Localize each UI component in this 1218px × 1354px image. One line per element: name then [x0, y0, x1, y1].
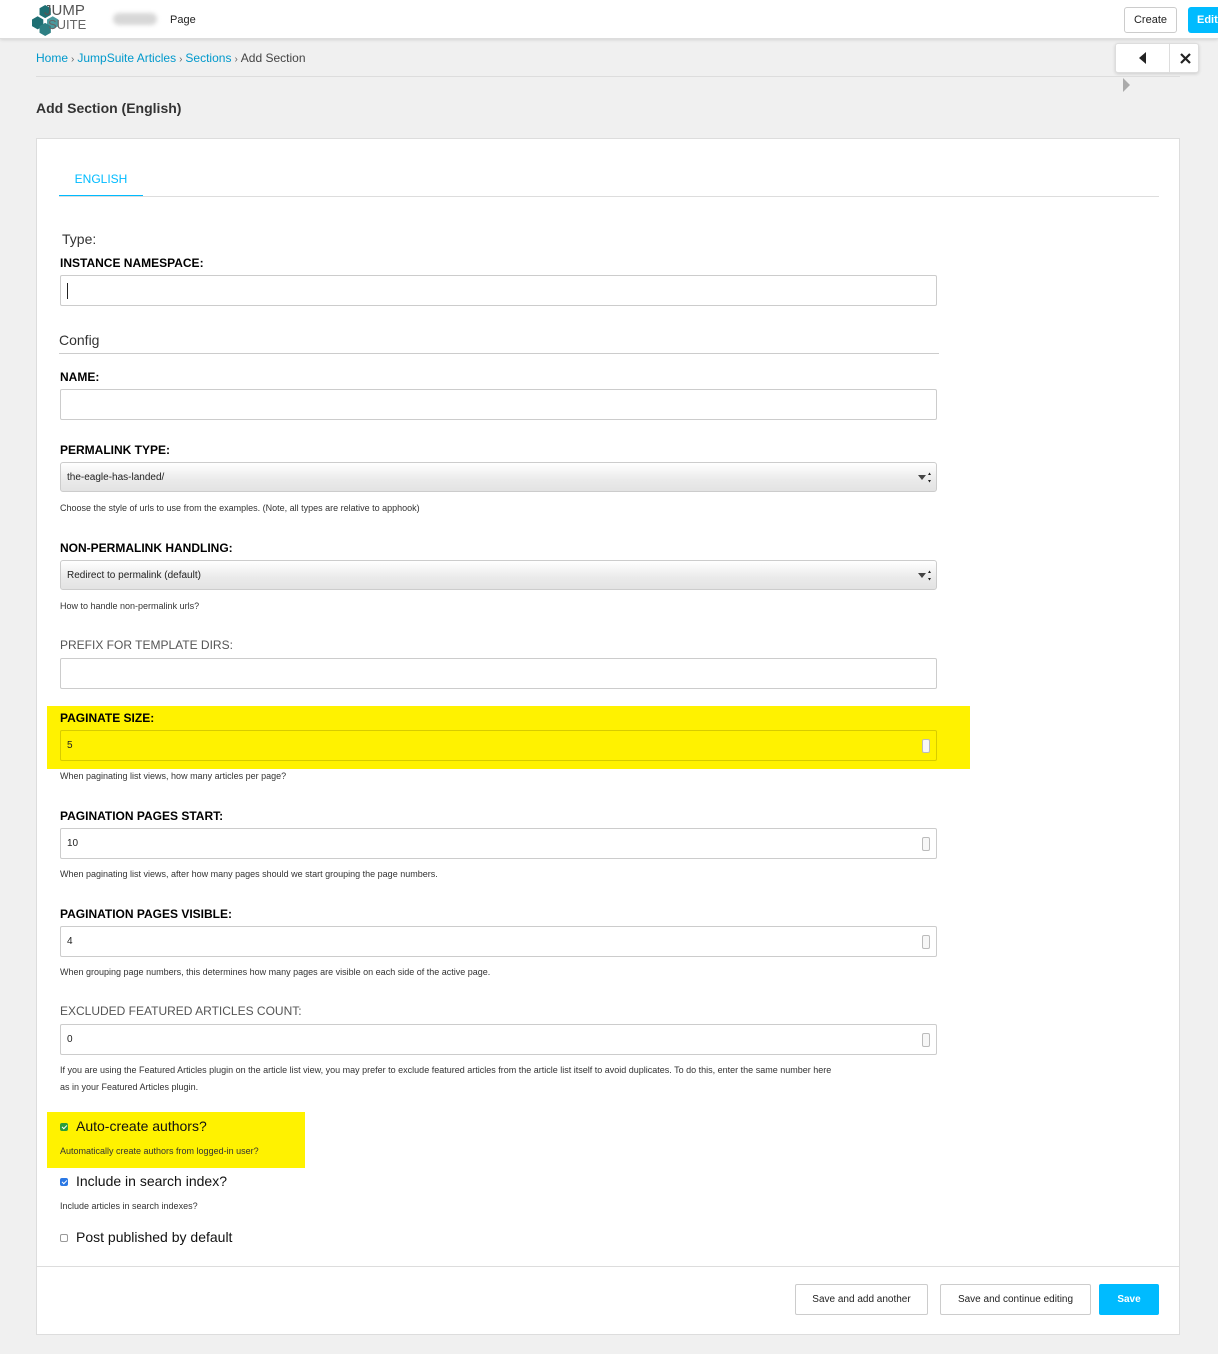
breadcrumb-separator: › [71, 54, 75, 65]
tab-english[interactable]: ENGLISH [59, 163, 143, 197]
stepper-icon[interactable] [922, 739, 930, 753]
form-panel: ENGLISH Type: INSTANCE NAMESPACE: Config… [36, 138, 1180, 1335]
pagination-start-input[interactable]: 10 [60, 828, 937, 859]
instance-namespace-label: INSTANCE NAMESPACE: [60, 256, 204, 270]
breadcrumb-separator: › [234, 54, 238, 65]
name-input[interactable] [60, 389, 937, 420]
pagination-start-label: PAGINATION PAGES START: [60, 809, 224, 823]
paginate-size-label: PAGINATE SIZE: [60, 711, 155, 725]
close-icon [1179, 52, 1191, 64]
breadcrumb-home[interactable]: Home [36, 51, 68, 65]
page-menu[interactable]: Page [170, 14, 196, 26]
permalink-type-help: Choose the style of urls to use from the… [60, 503, 420, 513]
config-divider [59, 353, 939, 354]
expand-triangle-icon[interactable] [1122, 78, 1130, 92]
search-index-label[interactable]: Include in search index? [76, 1173, 227, 1189]
chevron-down-icon [918, 472, 931, 483]
non-permalink-select[interactable]: Redirect to permalink (default) [60, 560, 937, 590]
config-heading: Config [59, 332, 100, 348]
pagination-visible-label: PAGINATION PAGES VISIBLE: [60, 907, 233, 921]
excluded-featured-help-1: If you are using the Featured Articles p… [60, 1065, 832, 1075]
prefix-input[interactable] [60, 658, 937, 689]
excluded-featured-label: EXCLUDED FEATURED ARTICLES COUNT: [60, 1004, 302, 1018]
auto-create-authors-checkbox[interactable] [60, 1123, 68, 1131]
close-button[interactable] [1171, 44, 1199, 72]
breadcrumb-separator: › [179, 54, 183, 65]
breadcrumb-sections[interactable]: Sections [185, 51, 231, 65]
paginate-size-input[interactable]: 5 [60, 730, 937, 761]
pagination-start-value: 10 [67, 838, 79, 849]
auto-create-authors-help: Automatically create authors from logged… [60, 1146, 259, 1156]
auto-create-authors-label[interactable]: Auto-create authors? [76, 1118, 207, 1134]
permalink-type-value: the-eagle-has-landed/ [67, 471, 165, 483]
pagination-visible-input[interactable]: 4 [60, 926, 937, 957]
pagination-visible-help: When grouping page numbers, this determi… [60, 967, 491, 977]
tab-underline [59, 196, 1159, 197]
stepper-icon[interactable] [922, 1033, 930, 1047]
save-and-add-another-button[interactable]: Save and add another [795, 1284, 928, 1315]
stepper-icon[interactable] [922, 935, 930, 949]
permalink-type-select[interactable]: the-eagle-has-landed/ [60, 462, 937, 492]
breadcrumb-jumpsuite-articles[interactable]: JumpSuite Articles [77, 51, 176, 65]
logo-line-2: SUITE [48, 17, 87, 32]
save-button[interactable]: Save [1099, 1284, 1159, 1315]
logo-text: JUMP SUITE [44, 2, 87, 32]
paginate-size-help: When paginating list views, how many art… [60, 771, 287, 781]
instance-namespace-input[interactable] [60, 275, 937, 306]
back-button[interactable] [1116, 44, 1170, 72]
chevron-down-icon [918, 570, 931, 581]
header-divider [36, 76, 1180, 77]
post-published-checkbox[interactable] [60, 1234, 68, 1242]
logo-line-1: JUMP [44, 2, 85, 19]
name-label: NAME: [60, 370, 100, 384]
pagination-visible-value: 4 [67, 936, 73, 947]
site-name-blurred[interactable] [113, 13, 157, 25]
excluded-featured-input[interactable]: 0 [60, 1024, 937, 1055]
type-heading: Type: [62, 231, 97, 247]
text-caret [67, 282, 68, 299]
breadcrumb-current: Add Section [240, 51, 306, 65]
post-published-label[interactable]: Post published by default [76, 1229, 232, 1245]
prefix-label: PREFIX FOR TEMPLATE DIRS: [60, 638, 233, 652]
paginate-size-value: 5 [67, 740, 73, 751]
stepper-icon[interactable] [922, 837, 930, 851]
save-and-continue-button[interactable]: Save and continue editing [940, 1284, 1091, 1315]
page-title: Add Section (English) [36, 100, 182, 116]
non-permalink-label: NON-PERMALINK HANDLING: [60, 541, 233, 555]
footer-divider [37, 1266, 1179, 1267]
edit-button[interactable]: Edit [1188, 7, 1218, 33]
excluded-featured-value: 0 [67, 1034, 73, 1045]
search-index-checkbox[interactable] [60, 1178, 68, 1186]
permalink-type-label: PERMALINK TYPE: [60, 443, 171, 457]
pagination-start-help: When paginating list views, after how ma… [60, 869, 438, 879]
modal-controls [1115, 43, 1199, 73]
create-button[interactable]: Create [1124, 7, 1177, 33]
excluded-featured-help-2: as in your Featured Articles plugin. [60, 1082, 199, 1092]
cms-toolbar: JUMP SUITE Page Create Edit [0, 0, 1218, 39]
breadcrumb: Home › JumpSuite Articles › Sections › Add Sec… [36, 51, 306, 65]
search-index-help: Include articles in search indexes? [60, 1201, 198, 1211]
non-permalink-value: Redirect to permalink (default) [67, 569, 201, 581]
non-permalink-help: How to handle non-permalink urls? [60, 601, 200, 611]
caret-left-icon [1138, 52, 1146, 64]
